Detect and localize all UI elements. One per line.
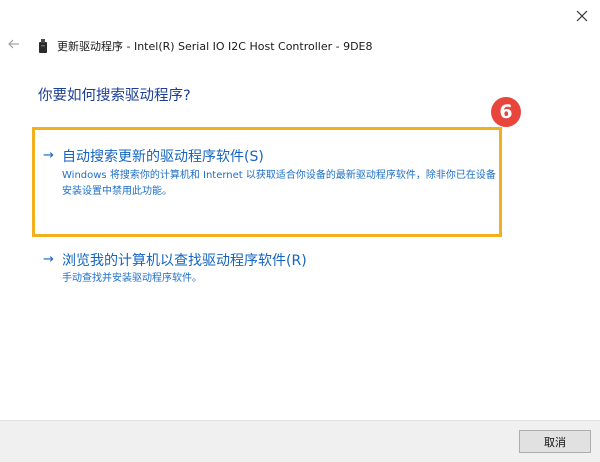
arrow-right-icon: → xyxy=(43,148,54,163)
back-button[interactable] xyxy=(6,36,22,52)
cancel-button[interactable]: 取消 xyxy=(519,430,591,453)
back-arrow-icon xyxy=(8,39,19,49)
title-bar: 更新驱动程序 - Intel(R) Serial IO I2C Host Con… xyxy=(38,37,373,55)
update-driver-dialog: 更新驱动程序 - Intel(R) Serial IO I2C Host Con… xyxy=(0,0,600,462)
page-heading: 你要如何搜索驱动程序? xyxy=(38,88,191,104)
usb-device-icon xyxy=(39,38,47,53)
browse-computer-title: 浏览我的计算机以查找驱动程序软件(R) xyxy=(62,253,307,269)
close-icon xyxy=(576,10,588,22)
dialog-footer: 取消 xyxy=(0,420,600,462)
auto-search-option[interactable]: → 自动搜索更新的驱动程序软件(S) Windows 将搜索你的计算机和 Int… xyxy=(32,127,502,237)
arrow-right-icon: → xyxy=(43,252,54,267)
close-button[interactable] xyxy=(570,4,594,28)
browse-computer-option[interactable]: → 浏览我的计算机以查找驱动程序软件(R) 手动查找并安装驱动程序软件。 xyxy=(32,247,502,297)
auto-search-description: Windows 将搜索你的计算机和 Internet 以获取适合你设备的最新驱动… xyxy=(62,170,496,197)
browse-computer-description: 手动查找并安装驱动程序软件。 xyxy=(62,273,202,284)
auto-search-title: 自动搜索更新的驱动程序软件(S) xyxy=(62,149,264,165)
step-number-badge: 6 xyxy=(491,97,521,127)
window-title: 更新驱动程序 - Intel(R) Serial IO I2C Host Con… xyxy=(57,40,373,53)
